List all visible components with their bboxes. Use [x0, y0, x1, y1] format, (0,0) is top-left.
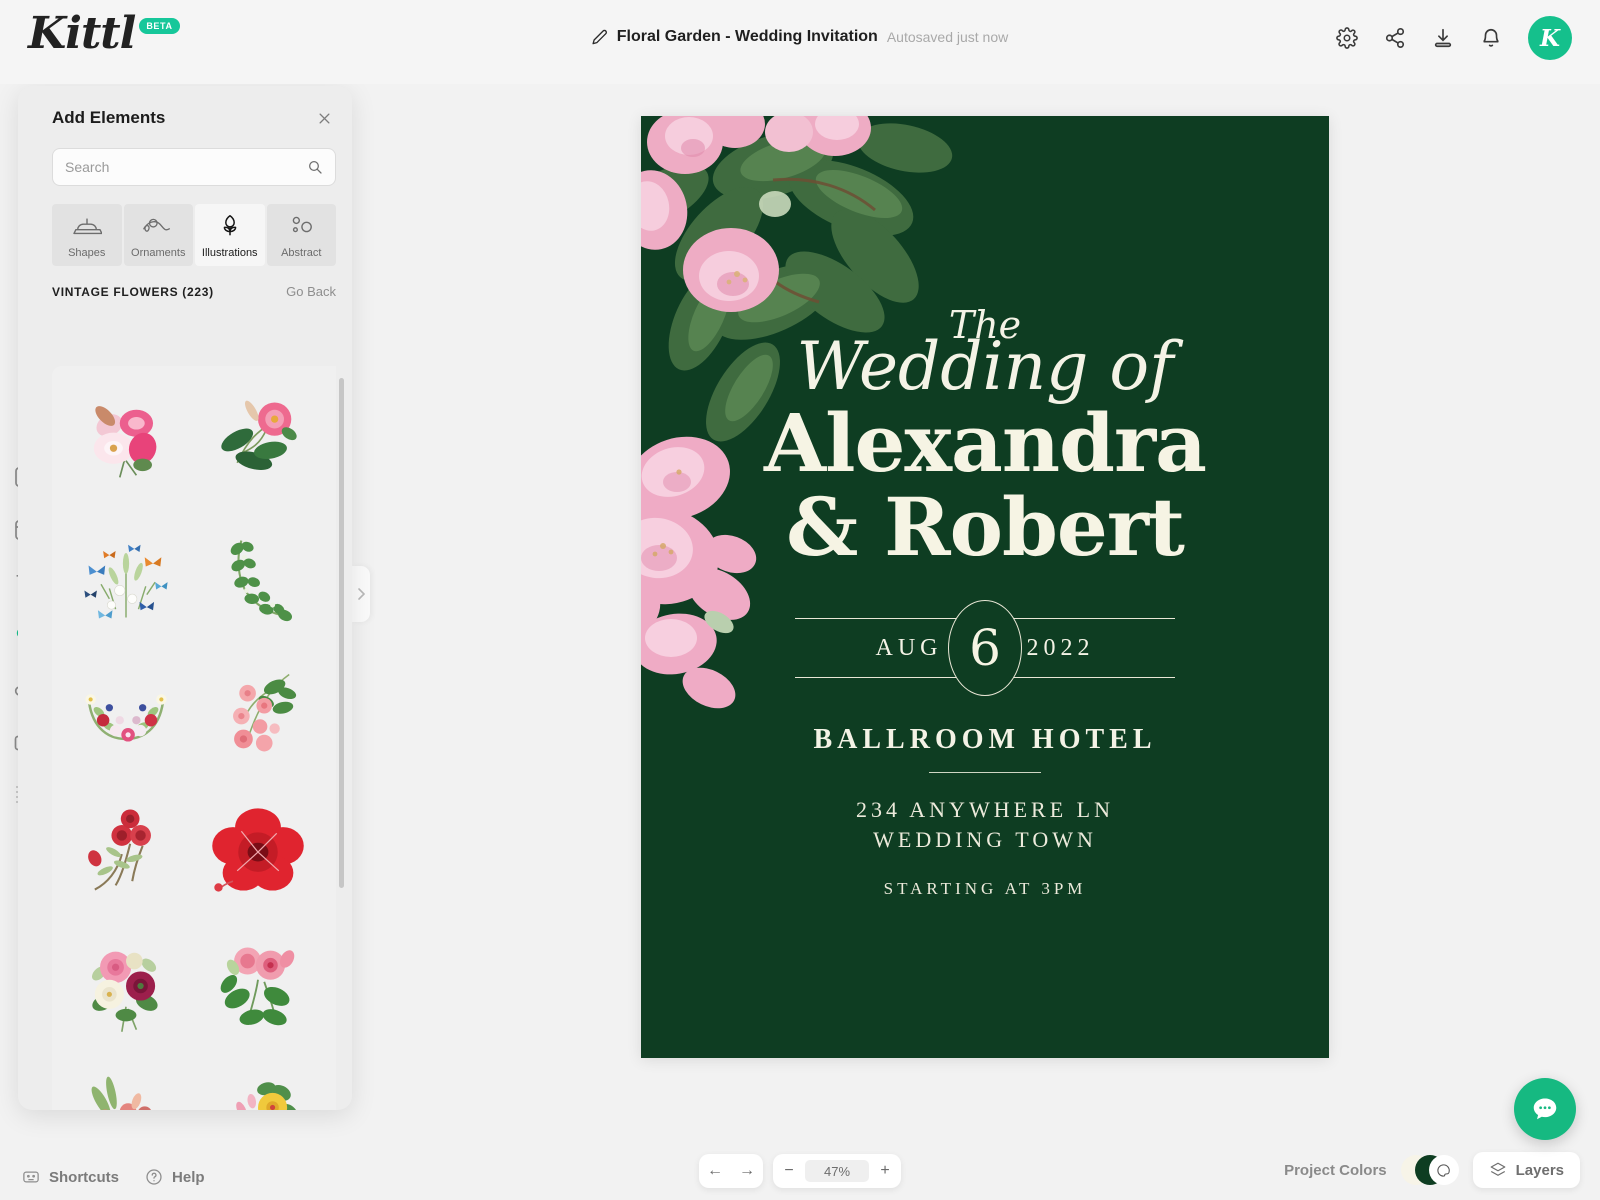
document-title-group[interactable]: Floral Garden - Wedding Invitation Autos… [592, 28, 1008, 46]
help-button[interactable]: Help [145, 1168, 205, 1186]
layers-label: Layers [1515, 1161, 1564, 1179]
date-day: 6 [969, 619, 1001, 678]
go-back-link[interactable]: Go Back [286, 284, 336, 299]
color-palette-icon[interactable] [1428, 1155, 1459, 1185]
date-block[interactable]: AUG 2022 6 [795, 600, 1175, 697]
abstract-icon [267, 211, 337, 241]
search-box[interactable] [52, 148, 336, 186]
thumbnail-pink-blossom-branch[interactable] [194, 648, 322, 780]
bottom-center-controls: ← → − 47% + [699, 1154, 901, 1188]
illustrations-icon [195, 211, 265, 241]
couple-name-first[interactable]: Alexandra [764, 402, 1207, 482]
category-title: VINTAGE FLOWERS (223) [52, 284, 214, 299]
bottom-right-controls: Project Colors Layers [1284, 1152, 1580, 1188]
tab-ornaments[interactable]: Ornaments [123, 204, 194, 266]
tab-label-illustrations: Illustrations [201, 247, 258, 259]
couple-name-second[interactable]: & Robert [786, 487, 1185, 567]
thumbnail-wildflower-garland[interactable] [62, 648, 190, 780]
thumbnail-red-hibiscus-bloom[interactable] [194, 784, 322, 916]
top-actions: K [1336, 16, 1572, 60]
panel-scrollbar[interactable] [339, 378, 344, 888]
autosave-status: Autosaved just now [886, 29, 1009, 45]
download-icon[interactable] [1432, 27, 1454, 49]
tab-label-ornaments: Ornaments [131, 247, 186, 259]
canvas-area[interactable]: KINDLY JOIN US FOR The Wedding of Alexan… [370, 84, 1600, 1124]
category-tabs: Shapes Ornaments Illustrations Abstract [52, 204, 336, 266]
chat-support-button[interactable] [1514, 1078, 1576, 1140]
invitation-artboard[interactable]: KINDLY JOIN US FOR The Wedding of Alexan… [641, 116, 1329, 1058]
chevron-right-icon [358, 588, 366, 600]
help-label: Help [172, 1168, 205, 1186]
start-time[interactable]: STARTING AT 3PM [884, 879, 1087, 899]
beta-badge: BETA [139, 18, 180, 34]
thumbnail-purple-mixed-bouquet[interactable] [62, 1056, 190, 1110]
thumbnail-yellow-hibiscus-bouquet[interactable] [194, 1056, 322, 1110]
category-header: VINTAGE FLOWERS (223) Go Back [52, 284, 336, 299]
thumbnail-rose-peony-bouquet[interactable] [62, 920, 190, 1052]
share-icon[interactable] [1384, 27, 1406, 49]
tab-abstract[interactable]: Abstract [266, 204, 337, 266]
brand-logo[interactable]: Kittl BETA [28, 12, 180, 56]
tab-label-abstract: Abstract [281, 247, 322, 259]
tab-illustrations[interactable]: Illustrations [195, 204, 265, 266]
tab-shapes[interactable]: Shapes [52, 204, 122, 266]
script-line-wedding-of: Wedding of [796, 327, 1174, 405]
address-block[interactable]: 234 ANYWHERE LN WEDDING TOWN [856, 795, 1114, 854]
search-icon [309, 161, 322, 174]
invitation-content: KINDLY JOIN US FOR The Wedding of Alexan… [641, 116, 1329, 1058]
venue-name[interactable]: BALLROOM HOTEL [813, 724, 1156, 756]
ornaments-icon [124, 211, 194, 241]
shortcuts-button[interactable]: Shortcuts [22, 1168, 119, 1186]
panel-header: Add Elements [18, 86, 352, 134]
thumbnail-pink-hibiscus-sprig[interactable] [194, 376, 322, 508]
history-controls: ← → [699, 1154, 763, 1188]
chat-bubble-icon [1533, 1098, 1557, 1120]
notifications-icon[interactable] [1480, 27, 1502, 49]
close-icon[interactable] [317, 111, 332, 126]
thumbnail-ivy-vine-curve[interactable] [194, 512, 322, 644]
shapes-icon [52, 211, 122, 241]
date-year: 2022 [1014, 634, 1107, 662]
keyboard-icon [23, 1171, 39, 1183]
tab-label-shapes: Shapes [68, 247, 106, 259]
settings-icon[interactable] [1336, 27, 1358, 49]
thumbnail-pink-magnolia-bouquet[interactable] [62, 376, 190, 508]
thumbnail-pink-roses-leaves[interactable] [194, 920, 322, 1052]
zoom-level-input[interactable]: 47% [805, 1160, 869, 1182]
panel-title: Add Elements [52, 108, 166, 127]
project-colors-swatches[interactable] [1400, 1155, 1459, 1185]
document-title[interactable]: Floral Garden - Wedding Invitation [617, 28, 878, 46]
venue-divider [929, 772, 1041, 774]
layers-icon [1490, 1162, 1506, 1176]
bottom-bar: Shortcuts Help ← → − 47% + Project Color… [0, 1078, 1600, 1200]
thumbnail-scroll-area [52, 366, 336, 1110]
kittl-editor: Kittl BETA Floral Garden - Wedding Invit… [0, 0, 1600, 1200]
project-colors-label: Project Colors [1284, 1161, 1387, 1179]
thumbnail-red-rose-stems[interactable] [62, 784, 190, 916]
undo-button[interactable]: ← [699, 1154, 731, 1188]
bottom-left-actions: Shortcuts Help [22, 1168, 205, 1186]
date-day-badge: 6 [948, 600, 1022, 697]
redo-button[interactable]: → [731, 1154, 763, 1188]
help-icon [146, 1169, 162, 1185]
top-bar: Kittl BETA Floral Garden - Wedding Invit… [0, 0, 1600, 84]
add-elements-panel: Add Elements Shapes Ornaments [18, 86, 352, 1110]
pencil-icon [592, 29, 607, 45]
thumbnail-grid [52, 366, 336, 1110]
address-line-1: 234 ANYWHERE LN [856, 797, 1114, 823]
zoom-in-button[interactable]: + [869, 1154, 901, 1188]
thumbnail-butterfly-wildflower-cluster[interactable] [62, 512, 190, 644]
search-input[interactable] [65, 159, 307, 175]
user-avatar[interactable]: K [1528, 16, 1572, 60]
date-month: AUG [863, 634, 955, 662]
layers-button[interactable]: Layers [1472, 1152, 1580, 1188]
shortcuts-label: Shortcuts [49, 1168, 120, 1186]
zoom-controls: − 47% + [773, 1154, 901, 1188]
zoom-out-button[interactable]: − [773, 1154, 805, 1188]
panel-collapse-handle[interactable] [352, 566, 370, 622]
brand-name: Kittl [28, 8, 136, 59]
address-line-2: WEDDING TOWN [873, 827, 1097, 853]
